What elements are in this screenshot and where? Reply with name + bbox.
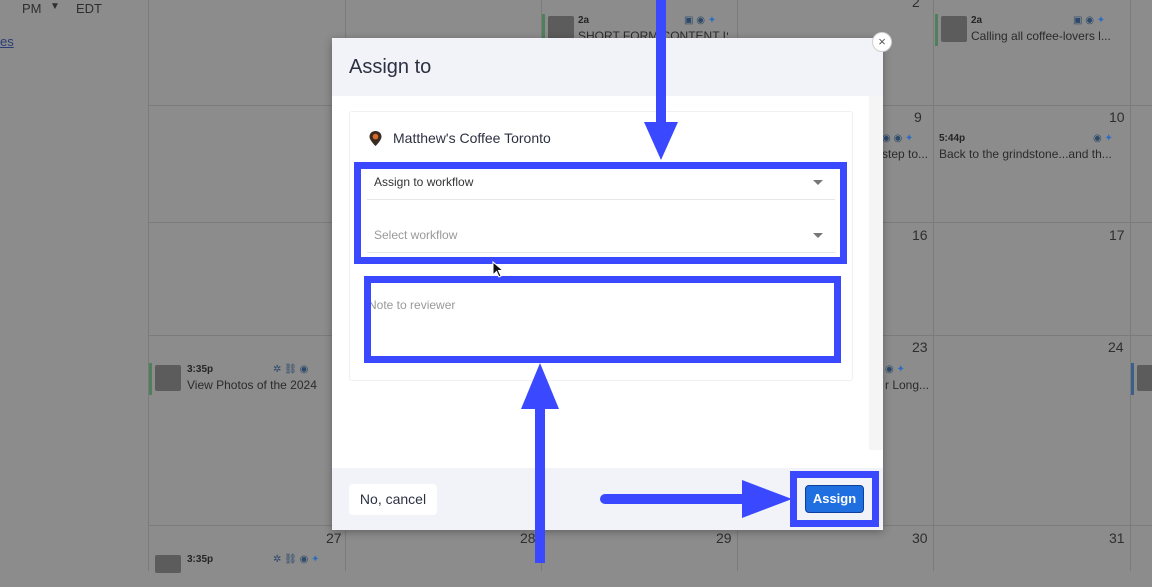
post-status-bar [1131, 363, 1134, 395]
twitter-icon: ◉ ◉ ✦ [882, 133, 914, 144]
map-pin-icon [369, 131, 382, 146]
post-title: Back to the grindstone...and th... [939, 147, 1112, 161]
calendar-post[interactable]: 5:44p ◉ ✦ Back to the grindstone...and t… [935, 132, 1130, 166]
day-number: 30 [912, 530, 928, 546]
post-status-bar [935, 14, 938, 46]
day-number: 17 [1109, 227, 1125, 243]
post-time: 3:35p [187, 554, 214, 565]
close-icon[interactable]: × [872, 32, 892, 52]
post-title: step to... [882, 147, 929, 161]
workflow-highlight-box [354, 162, 847, 264]
users-icon: ✲ ⛓ ◉ [273, 364, 309, 375]
assign-highlight-box [790, 471, 879, 527]
arrow-down-icon [644, 0, 678, 160]
post-thumbnail [155, 365, 181, 391]
post-thumbnail [155, 555, 181, 573]
calendar-post[interactable] [1131, 363, 1152, 397]
ampm-select[interactable]: PM [22, 1, 42, 16]
day-number: 23 [912, 339, 928, 355]
calendar-post[interactable]: 3:35p ✲ ⛓ ◉ View Photos of the 2024 [149, 363, 332, 397]
calendar-post[interactable]: 3:35p ✲ ⛓ ◉ ✦ [149, 553, 344, 587]
side-link[interactable]: es [0, 34, 14, 49]
grid-line [1130, 0, 1131, 571]
twitter-icon: ▣ ◉ ✦ [684, 15, 717, 26]
post-title: View Photos of the 2024 [187, 378, 317, 392]
post-title: Calling all coffee-lovers l... [971, 29, 1111, 43]
timezone-label: EDT [76, 1, 102, 16]
day-number: 27 [326, 530, 342, 546]
dialog-scrollbar[interactable] [869, 96, 883, 450]
post-thumbnail [1137, 365, 1152, 391]
post-time: 2a [971, 15, 983, 26]
post-status-bar [149, 363, 152, 395]
twitter-icon: ◉ ✦ [1093, 133, 1113, 144]
location-name: Matthew's Coffee Toronto [393, 130, 551, 146]
twitter-icon: ✲ ⛓ ◉ ✦ [273, 554, 320, 565]
day-number: 24 [1108, 339, 1124, 355]
day-number: 2 [912, 0, 920, 10]
twitter-icon: ▣ ◉ ✦ [1073, 15, 1106, 26]
post-thumbnail [941, 16, 967, 42]
post-time: 3:35p [187, 364, 214, 375]
dialog-body: Matthew's Coffee Toronto Assign to workf… [332, 96, 870, 450]
twitter-icon: ◉ ✦ [885, 364, 905, 375]
grid-line [933, 0, 934, 571]
chevron-down-icon: ▼ [50, 1, 60, 12]
arrow-right-icon [600, 480, 792, 518]
calendar-post[interactable]: ◉ ◉ ✦ step to... [878, 132, 933, 166]
day-number: 16 [912, 227, 928, 243]
note-highlight-box [364, 276, 841, 363]
grid-line [148, 0, 149, 571]
post-time: 2a [578, 15, 590, 26]
arrow-up-icon [521, 363, 559, 563]
calendar-post[interactable]: 2a ▣ ◉ ✦ Calling all coffee-lovers l... [935, 14, 1130, 48]
day-number: 10 [1109, 109, 1125, 125]
calendar-post[interactable]: ◉ ✦ r Long... [883, 363, 933, 397]
post-time: 5:44p [939, 133, 966, 144]
day-number: 29 [716, 530, 732, 546]
day-number: 31 [1109, 530, 1125, 546]
post-title: r Long... [885, 378, 930, 392]
dialog-header: Assign to [332, 38, 883, 96]
day-number: 9 [914, 109, 922, 125]
cursor-icon [492, 261, 505, 278]
dialog-title: Assign to [349, 56, 432, 78]
cancel-button[interactable]: No, cancel [349, 484, 437, 515]
